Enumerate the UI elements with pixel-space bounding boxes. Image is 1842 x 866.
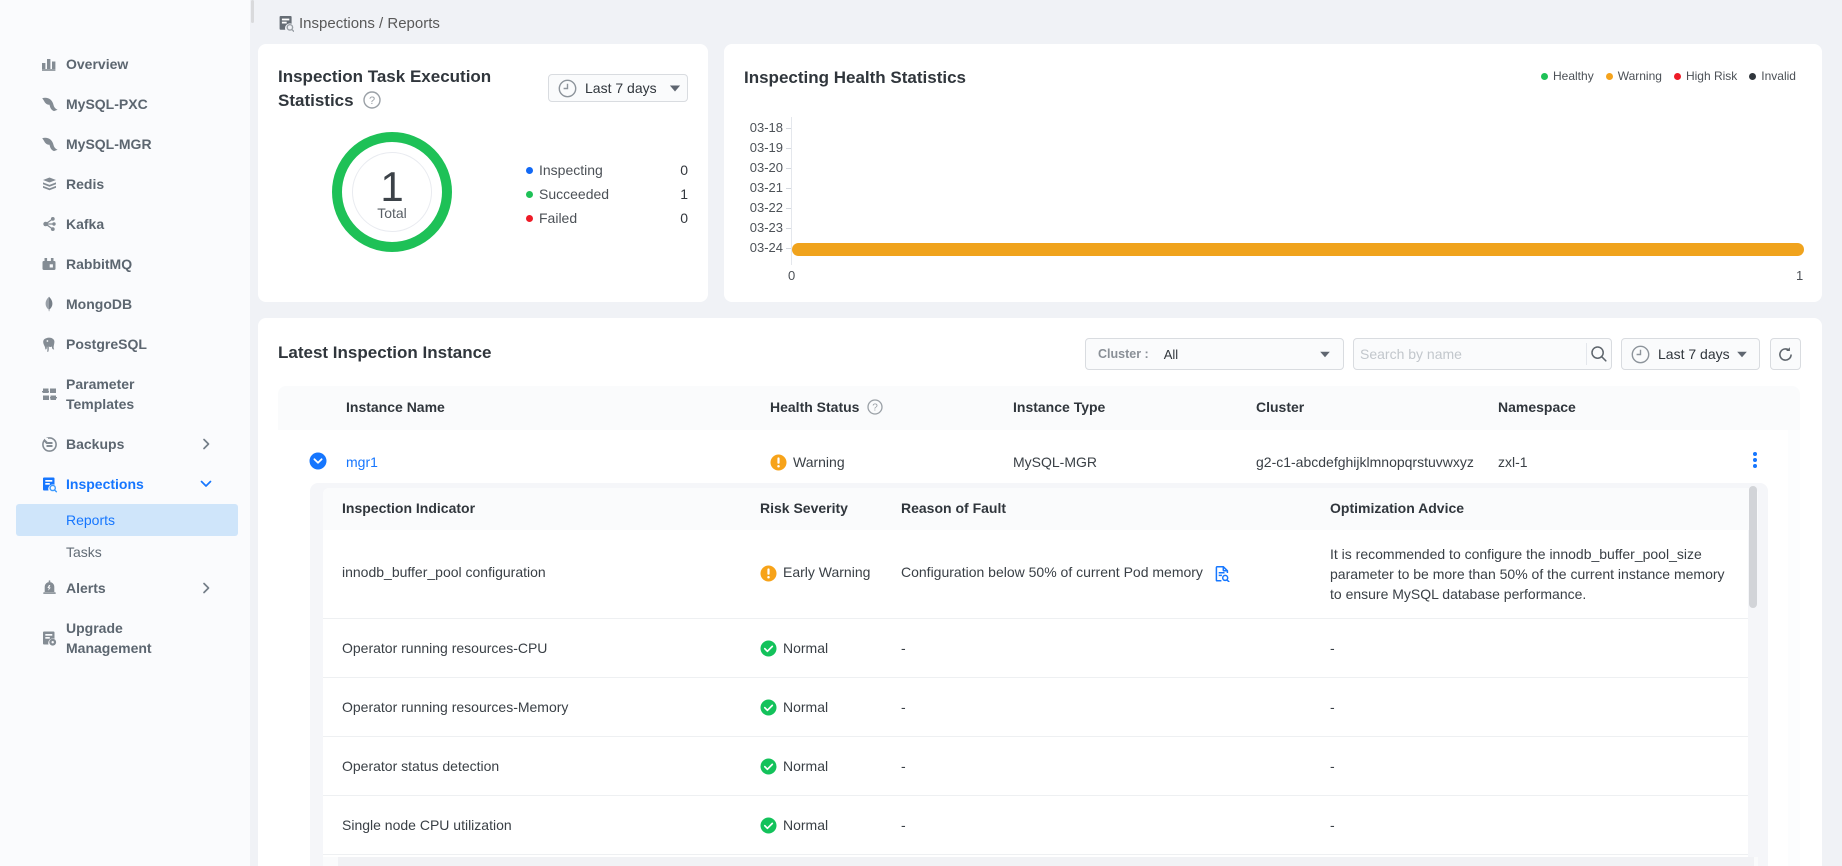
- svg-text:?: ?: [872, 403, 878, 414]
- svg-text:?: ?: [369, 95, 375, 107]
